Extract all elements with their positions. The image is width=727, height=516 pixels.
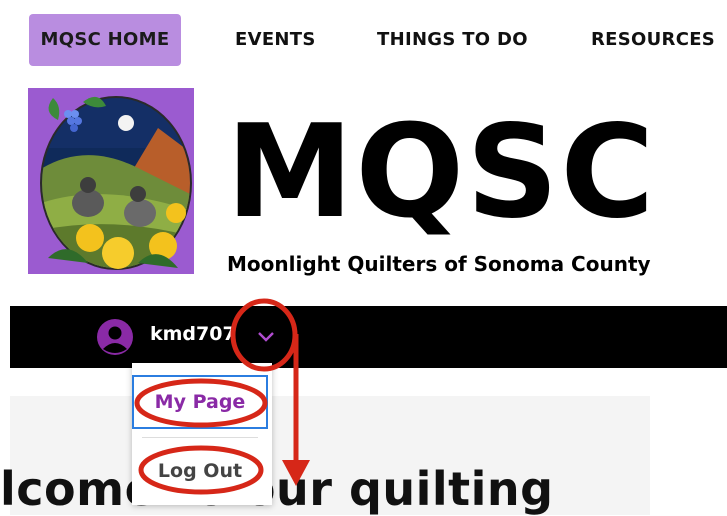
nav-item-home[interactable]: MQSC HOME <box>29 14 181 66</box>
nav-item-resources[interactable]: RESOURCES <box>591 14 715 66</box>
welcome-heading: lcome to our quilting <box>0 462 554 516</box>
user-avatar-icon[interactable] <box>97 319 133 355</box>
username[interactable]: kmd707 <box>150 323 236 345</box>
menu-item-my-page[interactable]: My Page <box>132 375 268 429</box>
chevron-down-icon[interactable] <box>248 318 284 354</box>
member-bar: kmd707 <box>10 306 727 368</box>
user-dropdown-menu: My Page Log Out <box>132 363 272 505</box>
site-title: MQSC <box>226 98 657 247</box>
top-nav: MQSC HOME EVENTS THINGS TO DO RESOURCES <box>0 0 727 78</box>
menu-divider <box>142 437 258 438</box>
site-subtitle: Moonlight Quilters of Sonoma County <box>227 252 651 276</box>
nav-item-events[interactable]: EVENTS <box>235 14 316 66</box>
nav-item-things-to-do[interactable]: THINGS TO DO <box>377 14 528 66</box>
site-logo[interactable] <box>28 88 194 274</box>
menu-item-log-out[interactable]: Log Out <box>132 451 268 491</box>
